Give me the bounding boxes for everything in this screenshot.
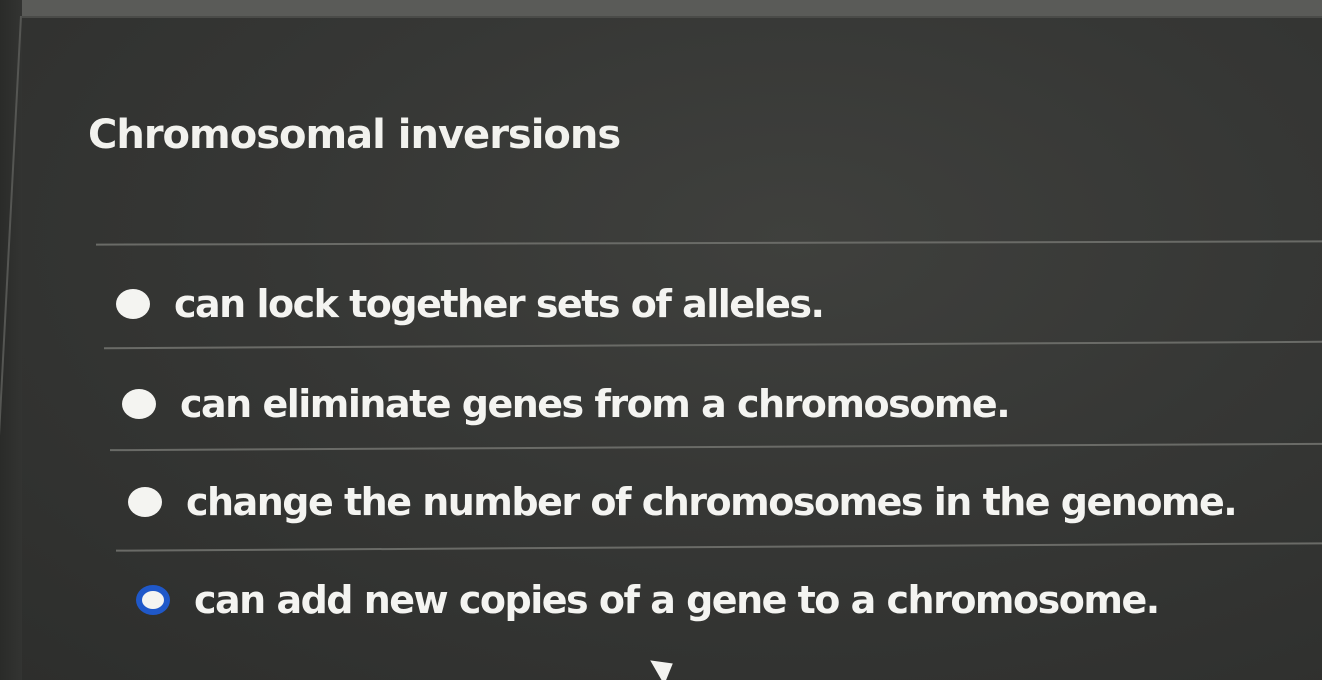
quiz-screen: Chromosomal inversions can lock together… xyxy=(0,0,1322,680)
answer-options: can lock together sets of alleles. can e… xyxy=(0,0,1322,680)
radio-button-icon[interactable] xyxy=(128,487,162,517)
answer-option-label: can eliminate genes from a chromosome. xyxy=(180,382,1011,426)
option-divider xyxy=(116,542,1322,552)
radio-button-icon[interactable] xyxy=(116,289,150,319)
answer-option-3[interactable]: change the number of chromosomes in the … xyxy=(128,480,1238,524)
option-divider xyxy=(110,442,1322,452)
answer-option-label: can add new copies of a gene to a chromo… xyxy=(194,578,1160,622)
answer-option-4[interactable]: can add new copies of a gene to a chromo… xyxy=(136,578,1160,622)
answer-option-1[interactable]: can lock together sets of alleles. xyxy=(116,282,825,326)
option-divider xyxy=(104,340,1322,350)
radio-button-icon[interactable] xyxy=(122,389,156,419)
answer-option-label: can lock together sets of alleles. xyxy=(174,282,825,326)
answer-option-2[interactable]: can eliminate genes from a chromosome. xyxy=(122,382,1011,426)
answer-option-label: change the number of chromosomes in the … xyxy=(186,480,1238,524)
option-divider xyxy=(95,240,1322,246)
radio-button-selected-icon[interactable] xyxy=(136,585,170,615)
